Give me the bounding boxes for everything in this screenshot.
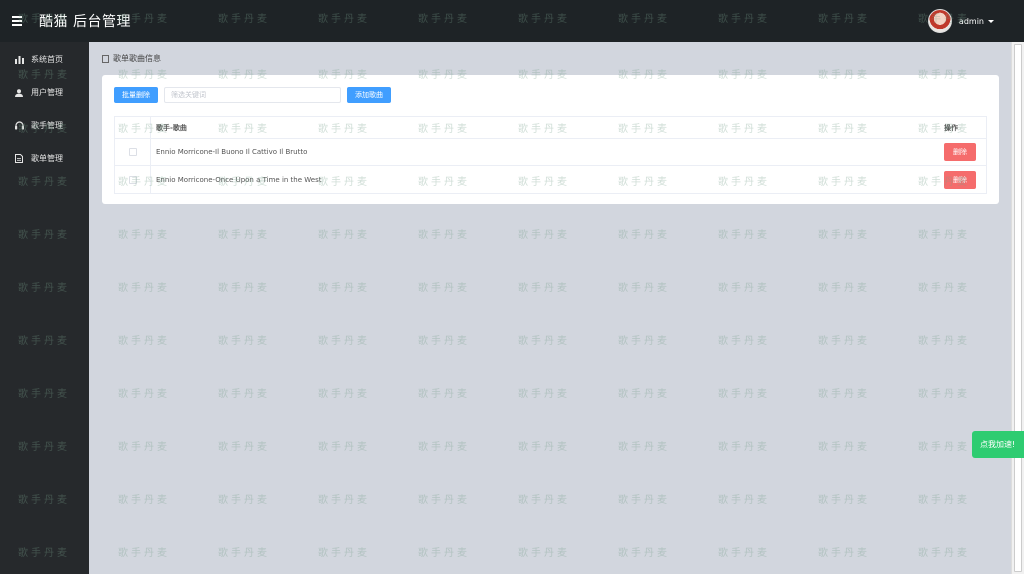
- breadcrumb-label: 歌单歌曲信息: [113, 54, 161, 63]
- document-icon: [14, 154, 24, 164]
- top-header: 酷猫 后台管理 admin: [0, 0, 1024, 42]
- search-input[interactable]: [164, 87, 341, 103]
- delete-button[interactable]: 删除: [944, 170, 976, 189]
- user-name: admin: [958, 16, 984, 26]
- table-header-row: 歌手-歌曲 操作: [115, 117, 986, 139]
- caret-down-icon: [988, 19, 994, 23]
- toolbar: 批量删除 添加歌曲: [114, 87, 391, 103]
- sidebar-item-label: 歌单管理: [31, 154, 63, 163]
- vertical-scrollbar[interactable]: [1011, 42, 1024, 574]
- app-title: 酷猫 后台管理: [39, 14, 131, 30]
- delete-button[interactable]: 删除: [944, 143, 976, 161]
- row-check-cell: [115, 166, 151, 193]
- header-check-cell: [115, 117, 151, 138]
- table-row: Ennio Morricone-Il Buono Il Cattivo Il B…: [115, 139, 986, 166]
- main-content: 歌单歌曲信息 批量删除 添加歌曲 歌手-歌曲 操作 Ennio Morricon…: [89, 42, 1011, 574]
- document-icon: [102, 54, 109, 63]
- sidebar-item-label: 歌手管理: [31, 121, 63, 130]
- scrollbar-thumb[interactable]: [1014, 44, 1022, 572]
- song-list-card: 批量删除 添加歌曲 歌手-歌曲 操作 Ennio Morricone-Il Bu…: [102, 75, 999, 204]
- breadcrumb: 歌单歌曲信息: [102, 53, 161, 64]
- sidebar-item-playlists[interactable]: 歌单管理: [0, 142, 89, 175]
- sidebar-item-home[interactable]: 系统首页: [0, 43, 89, 76]
- sidebar-item-singers[interactable]: 歌手管理: [0, 109, 89, 142]
- sidebar-item-users[interactable]: 用户管理: [0, 76, 89, 109]
- user-menu[interactable]: admin: [927, 9, 994, 33]
- headphones-icon: [14, 121, 24, 131]
- column-header-name: 歌手-歌曲: [156, 123, 187, 132]
- table-row: Ennio Morricone-Once Upon a Time in the …: [115, 166, 986, 193]
- add-song-button[interactable]: 添加歌曲: [347, 87, 391, 103]
- row-check-cell: [115, 139, 151, 165]
- row-checkbox[interactable]: [128, 175, 137, 184]
- menu-toggle-icon[interactable]: [12, 12, 30, 30]
- song-name: Ennio Morricone-Once Upon a Time in the …: [156, 175, 322, 184]
- batch-delete-button[interactable]: 批量删除: [114, 87, 158, 103]
- speed-up-button[interactable]: 点我加速!: [972, 431, 1024, 458]
- sidebar: 系统首页 用户管理 歌手管理 歌单管理: [0, 42, 89, 574]
- column-header-op: 操作: [944, 123, 958, 132]
- song-table: 歌手-歌曲 操作 Ennio Morricone-Il Buono Il Cat…: [114, 116, 987, 194]
- sidebar-item-label: 系统首页: [31, 55, 63, 64]
- row-checkbox[interactable]: [128, 148, 137, 156]
- sidebar-item-label: 用户管理: [31, 88, 63, 97]
- op-cell: 删除: [944, 143, 986, 161]
- user-icon: [14, 88, 24, 98]
- bar-chart-icon: [14, 55, 24, 65]
- song-name: Ennio Morricone-Il Buono Il Cattivo Il B…: [156, 148, 308, 156]
- avatar[interactable]: [927, 9, 952, 33]
- op-cell: 删除: [944, 170, 986, 189]
